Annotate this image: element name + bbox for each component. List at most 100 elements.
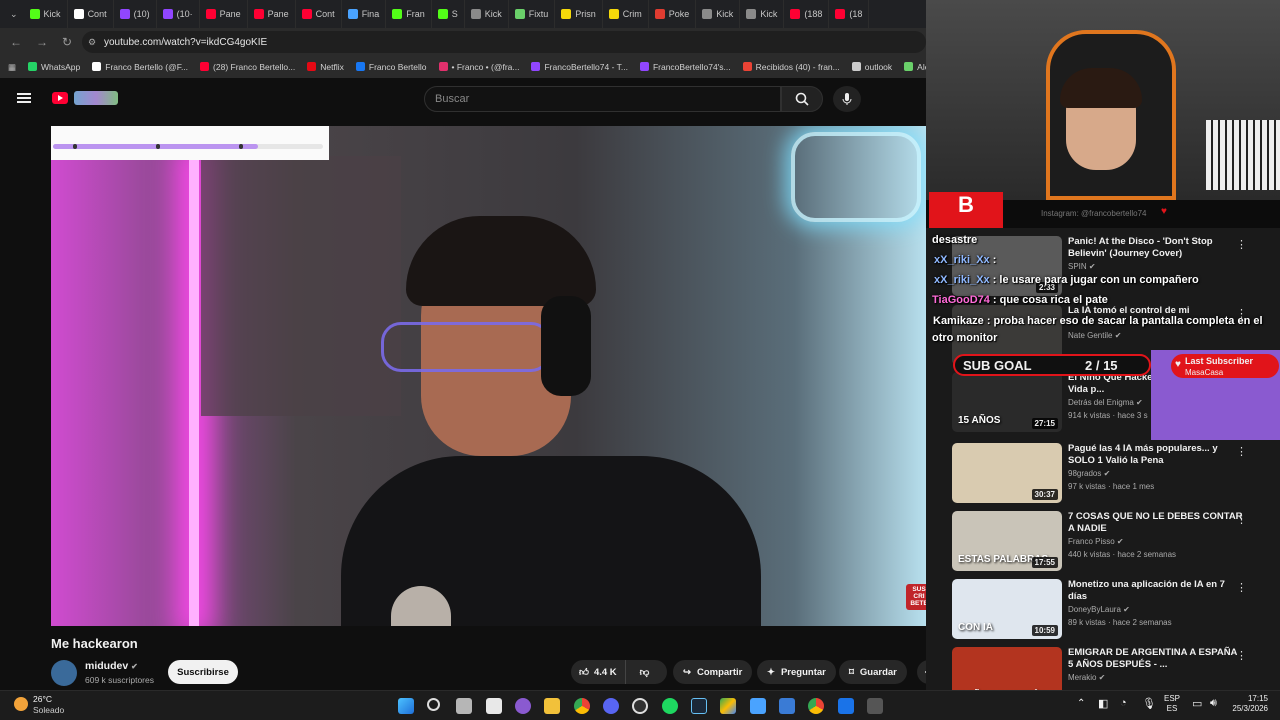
browser-tab[interactable]: Cont [68,0,114,28]
recommended-video[interactable]: 30:37 Pagué las 4 IA más populares... y S… [952,443,1277,503]
browser-tab[interactable]: Kick [465,0,509,28]
browser-tab[interactable]: (10) [114,0,157,28]
browser-tab[interactable]: Fran [386,0,432,28]
forward-arrow-icon[interactable]: → [36,35,48,49]
bookmark-item[interactable]: Franco Bertello [355,62,427,72]
recommended-video[interactable]: CON IA 10:59 Monetizo una aplicación de IA… [952,579,1277,639]
more-vertical-icon[interactable]: ⋮ [1236,238,1247,251]
steam-icon[interactable] [691,698,707,714]
widgets-icon[interactable] [486,698,502,714]
clock[interactable]: 17:15 25/3/2026 [1228,694,1268,714]
subscribe-button[interactable]: Suscribirse [168,660,238,684]
bookmark-item[interactable]: FrancoBertello74 - T... [531,62,628,72]
obs-icon[interactable] [632,698,648,714]
browser-tab[interactable]: Fixtu [509,0,556,28]
browser-tab[interactable]: Prisn [555,0,603,28]
youtube-logo[interactable] [52,92,68,104]
more-vertical-icon[interactable]: ⋮ [1236,445,1247,458]
bookmark-item[interactable]: FrancoBertello74's... [639,62,731,72]
copilot-icon[interactable] [515,698,531,714]
share-button[interactable]: ↪ Compartir [673,660,753,684]
tray-chevron-icon[interactable]: ⌃ [1077,698,1085,709]
file-explorer-icon[interactable] [544,698,560,714]
video-title[interactable]: Panic! At the Disco - 'Don't Stop Believ… [1068,236,1243,260]
calculator-icon[interactable] [867,698,883,714]
lang-indicator[interactable]: ESP ES [1164,694,1180,714]
video-thumbnail[interactable]: 30:37 [952,443,1062,503]
video-thumbnail[interactable]: 5 AÑOS DESPUÉS [952,647,1062,690]
chrome-profile-icon[interactable] [808,698,824,714]
video-channel[interactable]: Nate Gentile ✔ [1068,331,1121,340]
browser-tab[interactable]: Kick [24,0,68,28]
video-thumbnail[interactable]: CON IA 10:59 [952,579,1062,639]
discord-icon[interactable] [603,698,619,714]
browser-tab[interactable]: Fina [342,0,387,28]
apps-grid-icon[interactable]: ▦ [8,62,16,73]
bookmark-item[interactable]: (28) Franco Bertello... [200,62,295,72]
video-channel[interactable]: 98grados ✔ [1068,469,1110,478]
display-icon[interactable] [779,698,795,714]
recommended-video[interactable]: 2:33 Panic! At the Disco - 'Don't Stop Be… [952,236,1277,296]
site-info-icon[interactable]: ⚙ [88,37,96,48]
browser-tab[interactable]: Kick [740,0,785,28]
video-player[interactable]: SUS CRI BETE [51,126,926,626]
more-vertical-icon[interactable]: ⋮ [1236,649,1247,662]
channel-name[interactable]: midudev ✔ [85,660,138,672]
search-icon[interactable] [427,698,440,711]
video-channel[interactable]: SPIN ✔ [1068,262,1096,271]
browser-tab[interactable]: S [432,0,465,28]
search-input[interactable]: Buscar [424,86,781,112]
tray-wifi-icon[interactable]: ◔ [1120,697,1127,709]
video-thumbnail[interactable]: 15 AÑOS 27:15 [952,372,1062,432]
back-arrow-icon[interactable]: ← [10,35,22,49]
search-button[interactable] [781,86,823,112]
video-title[interactable]: Pagué las 4 IA más populares... y SOLO 1… [1068,443,1243,467]
like-button[interactable]: 👍︎ 4.4 K [571,660,626,684]
browser-tab[interactable]: (18 [829,0,870,28]
bookmark-item[interactable]: WhatsApp [28,62,80,72]
browser-tab[interactable]: Pane [200,0,248,28]
browser-tab[interactable]: Crim [603,0,649,28]
tray-network-icon[interactable]: ◧ [1098,697,1108,710]
video-channel[interactable]: Detrás del Enigma ✔ [1068,398,1143,407]
browser-tab[interactable]: Poke [649,0,697,28]
recommended-video[interactable]: 5 AÑOS DESPUÉSEMIGRAR DE ARGENTINA A ESP… [952,647,1277,690]
start-button[interactable] [398,698,414,714]
bookmark-item[interactable]: outlook [851,62,892,72]
bookmark-item[interactable]: Recibidos (40) - fran... [742,62,840,72]
dislike-button[interactable]: 👎︎ [632,666,658,678]
browser-tab[interactable]: (10· [157,0,200,28]
reload-icon[interactable]: ↻ [62,35,72,49]
task-view-icon[interactable] [456,698,472,714]
video-title[interactable]: 7 COSAS QUE NO LE DEBES CONTAR A NADIE [1068,511,1243,535]
bookmark-item[interactable]: Franco Bertello (@F... [92,62,188,72]
recommended-video[interactable]: ESTAS PALABRAS 17:55 7 COSAS QUE NO LE DEB… [952,511,1277,571]
bookmark-item[interactable]: Netflix [307,62,344,72]
video-channel[interactable]: Merakio ✔ [1068,673,1105,682]
video-channel[interactable]: DoneyByLaura ✔ [1068,605,1130,614]
weather-temp[interactable]: 26°C [33,694,52,704]
tray-display-icon[interactable]: ▭ [1192,697,1202,710]
channel-avatar[interactable] [51,660,77,686]
browser-tab[interactable]: Kick [696,0,741,28]
bookmark-item[interactable]: Aler [904,62,926,72]
spotify-icon[interactable] [662,698,678,714]
drive-icon[interactable] [720,698,736,714]
ask-button[interactable]: ✦ Preguntar [757,660,836,684]
voice-search-button[interactable] [833,86,861,112]
browser-tab[interactable]: (188 [784,0,830,28]
browser-tab[interactable]: Pane [248,0,296,28]
chrome-icon[interactable] [574,698,590,714]
menu-icon[interactable] [17,93,31,103]
more-vertical-icon[interactable]: ⋮ [1236,513,1247,526]
url-field[interactable]: ⚙ youtube.com/watch?v=ikdCG4goKIE [82,31,926,53]
subscribe-watermark[interactable]: SUS CRI BETE [906,584,926,610]
video-title[interactable]: Monetizo una aplicación de IA en 7 días [1068,579,1243,603]
app-icon[interactable] [750,698,766,714]
more-vertical-icon[interactable]: ⋮ [1236,581,1247,594]
video-thumbnail[interactable]: ESTAS PALABRAS 17:55 [952,511,1062,571]
browser-tab[interactable]: Cont [296,0,342,28]
bookmark-item[interactable]: • Franco • (@fra... [438,62,519,72]
save-button[interactable]: ⌑ Guardar [839,660,907,684]
video-channel[interactable]: Franco Pisso ✔ [1068,537,1124,546]
